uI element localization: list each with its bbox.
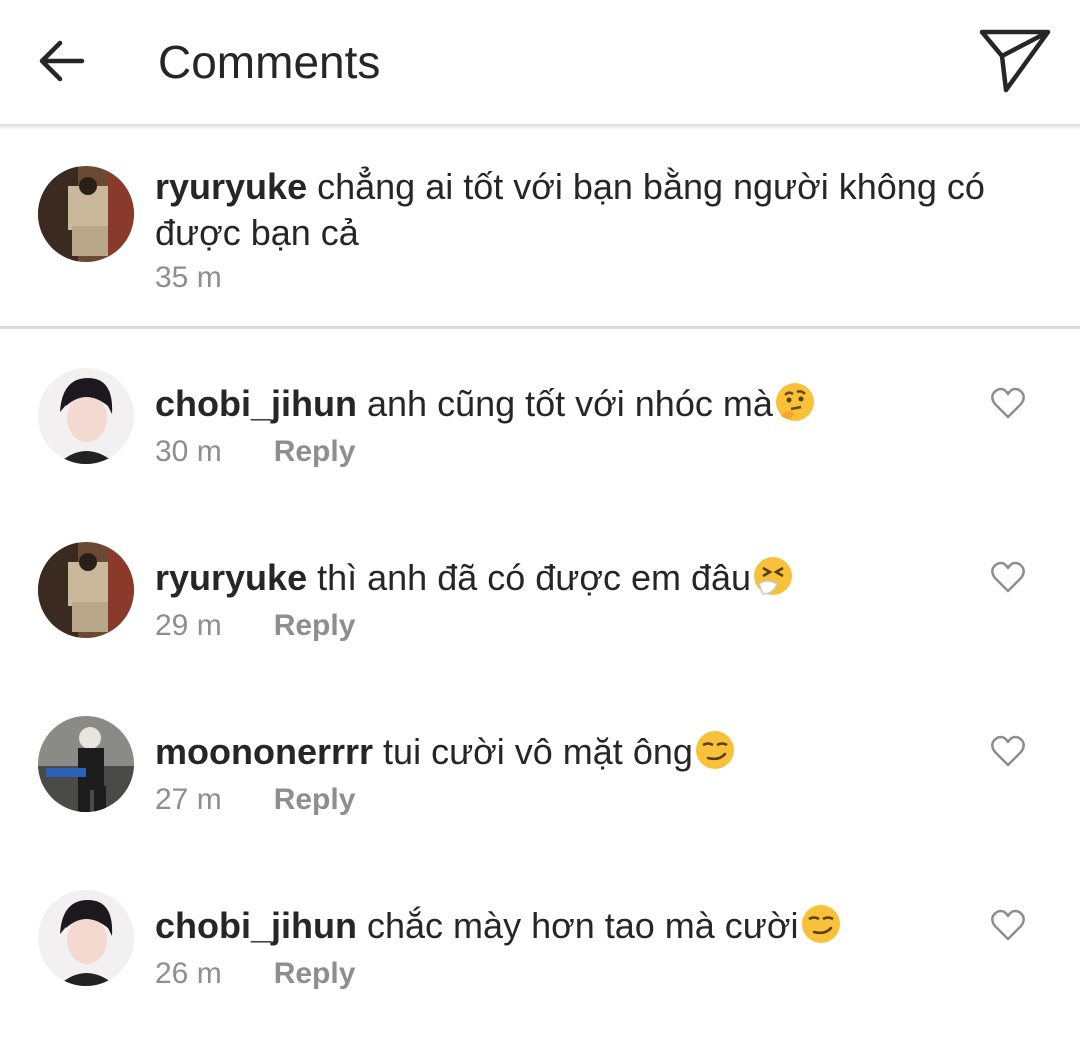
comment-text: chobi_jihun anh cũng tốt với nhóc mà bbox=[155, 380, 817, 427]
avatar[interactable] bbox=[38, 166, 134, 262]
smirking-face-icon bbox=[695, 731, 734, 769]
page-title: Comments bbox=[158, 36, 381, 88]
post-caption: ryuryuke chẳng ai tốt với bạn bằng người… bbox=[0, 130, 1080, 326]
comment-body: thì anh đã có được em đâu bbox=[317, 557, 752, 598]
caption-username[interactable]: ryuryuke bbox=[155, 166, 307, 207]
avatar[interactable] bbox=[38, 542, 134, 638]
comment-item: chobi_jihun chắc mày hơn tao mà cười 26 … bbox=[0, 884, 1080, 1058]
comment-username[interactable]: chobi_jihun bbox=[155, 905, 357, 946]
comment-timestamp: 30 m bbox=[155, 435, 222, 468]
comment-meta: 30 m Reply bbox=[155, 434, 355, 470]
avatar[interactable] bbox=[38, 890, 134, 986]
heart-icon[interactable] bbox=[990, 560, 1026, 594]
heart-icon[interactable] bbox=[990, 386, 1026, 420]
comment-username[interactable]: chobi_jihun bbox=[155, 383, 357, 424]
comment-item: ryuryuke thì anh đã có được em đâu 29 m R… bbox=[0, 536, 1080, 710]
avatar[interactable] bbox=[38, 716, 134, 812]
smirking-face-icon bbox=[801, 905, 840, 943]
comment-username[interactable]: moononerrrr bbox=[155, 731, 373, 772]
comment-item: moononerrrr tui cười vô mặt ông 27 m Repl… bbox=[0, 710, 1080, 884]
share-button[interactable] bbox=[978, 26, 1054, 96]
reply-button[interactable]: Reply bbox=[274, 957, 356, 990]
comment-body: tui cười vô mặt ông bbox=[383, 731, 693, 772]
thinking-face-icon bbox=[775, 383, 814, 421]
reply-button[interactable]: Reply bbox=[274, 435, 356, 468]
caption-divider bbox=[0, 326, 1080, 329]
paper-plane-icon bbox=[979, 29, 1051, 93]
reply-button[interactable]: Reply bbox=[274, 609, 356, 642]
comment-username[interactable]: ryuryuke bbox=[155, 557, 307, 598]
comment-meta: 27 m Reply bbox=[155, 782, 355, 818]
comment-timestamp: 26 m bbox=[155, 957, 222, 990]
heart-icon[interactable] bbox=[990, 734, 1026, 768]
caption-meta: 35 m bbox=[155, 260, 222, 296]
reply-button[interactable]: Reply bbox=[274, 783, 356, 816]
caption-timestamp: 35 m bbox=[155, 261, 222, 294]
comment-text: ryuryuke thì anh đã có được em đâu bbox=[155, 554, 795, 601]
arrow-left-icon bbox=[39, 40, 85, 82]
comment-text: chobi_jihun chắc mày hơn tao mà cười bbox=[155, 902, 843, 949]
comment-timestamp: 27 m bbox=[155, 783, 222, 816]
sneezing-face-icon bbox=[754, 557, 793, 595]
top-bar: Comments bbox=[0, 0, 1080, 126]
comment-meta: 26 m Reply bbox=[155, 956, 355, 992]
caption-text: ryuryuke chẳng ai tốt với bạn bằng người… bbox=[155, 164, 1045, 256]
heart-icon[interactable] bbox=[990, 908, 1026, 942]
avatar[interactable] bbox=[38, 368, 134, 464]
comment-body: chắc mày hơn tao mà cười bbox=[367, 905, 799, 946]
comment-timestamp: 29 m bbox=[155, 609, 222, 642]
comment-item: chobi_jihun anh cũng tốt với nhóc mà 30 … bbox=[0, 362, 1080, 536]
comment-meta: 29 m Reply bbox=[155, 608, 355, 644]
comment-body: anh cũng tốt với nhóc mà bbox=[367, 383, 773, 424]
back-button[interactable] bbox=[34, 34, 88, 88]
comment-text: moononerrrr tui cười vô mặt ông bbox=[155, 728, 737, 775]
